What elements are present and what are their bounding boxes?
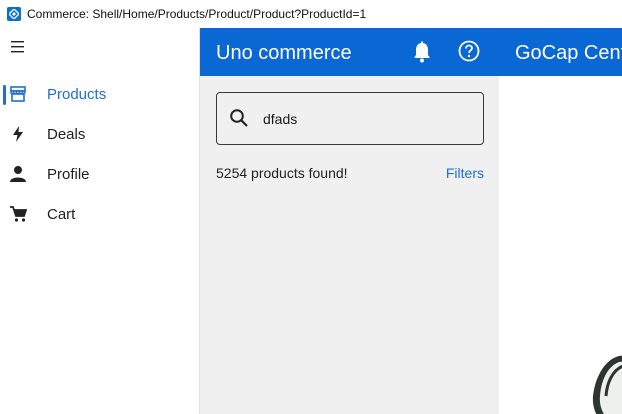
window-titlebar: Commerce: Shell/Home/Products/Product/Pr… [0, 0, 622, 28]
sidebar-item-cart[interactable]: Cart [0, 194, 199, 234]
sidebar: Products Deals Profile Cart [0, 28, 199, 414]
window-title: Commerce: Shell/Home/Products/Product/Pr… [27, 7, 367, 21]
sidebar-item-label: Cart [47, 205, 76, 223]
results-count: 5254 products found! [216, 165, 348, 181]
person-icon [8, 164, 28, 184]
hamburger-icon[interactable] [10, 40, 26, 54]
filters-link[interactable]: Filters [446, 165, 484, 181]
product-detail-panel: GoCap Cent [499, 28, 622, 414]
sidebar-item-label: Deals [47, 125, 86, 143]
products-panel: Uno commerce 5254 products found! Fi [199, 28, 500, 414]
cart-icon [8, 204, 28, 224]
app-icon [7, 7, 21, 21]
product-image [592, 355, 622, 414]
sidebar-item-deals[interactable]: Deals [0, 114, 199, 154]
page-title: Uno commerce [216, 42, 352, 64]
sidebar-item-products[interactable]: Products [0, 74, 199, 114]
sidebar-item-profile[interactable]: Profile [0, 154, 199, 194]
sidebar-nav: Products Deals Profile Cart [0, 74, 199, 234]
search-icon [229, 108, 249, 128]
search-box[interactable] [216, 92, 484, 145]
help-icon[interactable] [458, 40, 480, 62]
bell-icon[interactable] [412, 41, 432, 63]
detail-title: GoCap Cent [515, 42, 622, 64]
store-icon [8, 84, 28, 104]
products-header: Uno commerce [200, 28, 500, 76]
sidebar-item-label: Products [47, 85, 107, 103]
search-input[interactable] [263, 107, 463, 131]
detail-header: GoCap Cent [499, 28, 622, 76]
sidebar-item-label: Profile [47, 165, 90, 183]
lightning-icon [8, 124, 28, 144]
